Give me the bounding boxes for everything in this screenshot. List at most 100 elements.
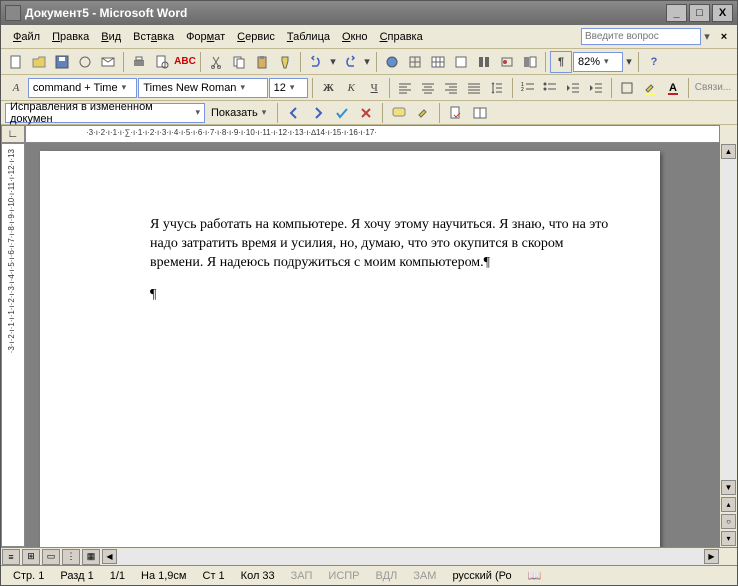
display-review-combo[interactable]: Исправления в измененном докумен▾ bbox=[5, 103, 205, 123]
menu-table[interactable]: Таблица bbox=[281, 29, 336, 45]
outline-view-button[interactable]: ⋮ bbox=[62, 549, 80, 565]
prev-page-button[interactable]: ▴ bbox=[721, 497, 736, 512]
vertical-ruler[interactable]: ·3·ı·2·ı·1·ı·1·ı·2·ı·3·ı·4·ı·5·ı·6·ı·7·ı… bbox=[1, 143, 25, 547]
scroll-right-button[interactable]: ▶ bbox=[704, 549, 719, 564]
prev-change-button[interactable] bbox=[283, 102, 305, 124]
cut-button[interactable] bbox=[205, 51, 227, 73]
format-painter-button[interactable] bbox=[274, 51, 296, 73]
show-button[interactable]: Показать▾ bbox=[207, 103, 272, 123]
numbering-button[interactable]: 12 bbox=[517, 77, 539, 99]
zoom-dropdown[interactable]: ▾ bbox=[624, 51, 634, 73]
next-change-button[interactable] bbox=[307, 102, 329, 124]
italic-button[interactable]: К bbox=[340, 77, 362, 99]
horizontal-scrollbar[interactable]: ◀ ▶ bbox=[101, 549, 720, 565]
new-doc-button[interactable] bbox=[5, 51, 27, 73]
docmap-button[interactable] bbox=[519, 51, 541, 73]
font-combo[interactable]: Times New Roman▾ bbox=[138, 78, 267, 98]
insert-comment-button[interactable] bbox=[388, 102, 410, 124]
web-view-button[interactable]: ⊞ bbox=[22, 549, 40, 565]
help-dropdown-icon[interactable]: ▾ bbox=[701, 30, 713, 43]
copy-button[interactable] bbox=[228, 51, 250, 73]
open-button[interactable] bbox=[28, 51, 50, 73]
paste-button[interactable] bbox=[251, 51, 273, 73]
close-button[interactable]: X bbox=[712, 4, 733, 22]
menu-format[interactable]: Формат bbox=[180, 29, 231, 45]
links-label[interactable]: Связи... bbox=[693, 82, 733, 93]
redo-dropdown[interactable]: ▾ bbox=[362, 51, 372, 73]
tab-selector[interactable]: ∟ bbox=[1, 125, 25, 143]
view-buttons-row: ≡ ⊞ ▭ ⋮ ▦ ◀ ▶ bbox=[1, 547, 737, 565]
maximize-button[interactable]: □ bbox=[689, 4, 710, 22]
vertical-scrollbar[interactable]: ▲ ▼ ▴ ○ ▾ bbox=[720, 143, 737, 547]
drawing-button[interactable] bbox=[496, 51, 518, 73]
insert-table-button[interactable] bbox=[427, 51, 449, 73]
document-page[interactable]: Я учусь работать на компьютере. Я хочу э… bbox=[40, 151, 660, 547]
highlight-button[interactable] bbox=[639, 77, 661, 99]
hyperlink-button[interactable] bbox=[381, 51, 403, 73]
show-formatting-button[interactable]: ¶ bbox=[550, 51, 572, 73]
accept-change-button[interactable] bbox=[331, 102, 353, 124]
page-scroll-area[interactable]: Я учусь работать на компьютере. Я хочу э… bbox=[25, 143, 720, 547]
menu-bar: Файл Правка Вид Вставка Формат Сервис Та… bbox=[1, 25, 737, 49]
track-changes-button[interactable] bbox=[445, 102, 467, 124]
help-search-input[interactable] bbox=[581, 28, 701, 45]
reviewing-pane-button[interactable] bbox=[469, 102, 491, 124]
help-button[interactable]: ? bbox=[643, 51, 665, 73]
font-color-button[interactable]: A bbox=[662, 77, 684, 99]
highlight-review-button[interactable] bbox=[412, 102, 434, 124]
spelling-button[interactable]: ABC bbox=[174, 51, 196, 73]
columns-button[interactable] bbox=[473, 51, 495, 73]
normal-view-button[interactable]: ≡ bbox=[2, 549, 20, 565]
minimize-button[interactable]: _ bbox=[666, 4, 687, 22]
menu-insert[interactable]: Вставка bbox=[127, 29, 180, 45]
undo-dropdown[interactable]: ▾ bbox=[328, 51, 338, 73]
menu-view[interactable]: Вид bbox=[95, 29, 127, 45]
status-ext[interactable]: ВДЛ bbox=[368, 570, 406, 582]
permission-button[interactable] bbox=[74, 51, 96, 73]
style-combo[interactable]: command + Time▾ bbox=[28, 78, 137, 98]
styles-pane-button[interactable]: A bbox=[5, 77, 27, 99]
scroll-up-button[interactable]: ▲ bbox=[721, 144, 736, 159]
print-button[interactable] bbox=[128, 51, 150, 73]
status-language[interactable]: русский (Ро bbox=[444, 570, 519, 582]
align-right-button[interactable] bbox=[440, 77, 462, 99]
menu-file[interactable]: Файл bbox=[7, 29, 46, 45]
close-help-button[interactable]: × bbox=[717, 31, 731, 43]
document-text[interactable]: Я учусь работать на компьютере. Я хочу э… bbox=[150, 216, 610, 273]
menu-help[interactable]: Справка bbox=[374, 29, 429, 45]
borders-button[interactable] bbox=[616, 77, 638, 99]
status-book-icon[interactable]: 📖 bbox=[520, 569, 550, 582]
bullets-button[interactable] bbox=[539, 77, 561, 99]
scroll-down-button[interactable]: ▼ bbox=[721, 480, 736, 495]
underline-button[interactable]: Ч bbox=[363, 77, 385, 99]
reject-change-button[interactable] bbox=[355, 102, 377, 124]
decrease-indent-button[interactable] bbox=[562, 77, 584, 99]
line-spacing-button[interactable] bbox=[486, 77, 508, 99]
print-preview-button[interactable] bbox=[151, 51, 173, 73]
print-layout-button[interactable]: ▭ bbox=[42, 549, 60, 565]
increase-indent-button[interactable] bbox=[585, 77, 607, 99]
menu-tools[interactable]: Сервис bbox=[231, 29, 281, 45]
reading-view-button[interactable]: ▦ bbox=[82, 549, 100, 565]
excel-button[interactable] bbox=[450, 51, 472, 73]
status-rec[interactable]: ЗАП bbox=[283, 570, 321, 582]
email-button[interactable] bbox=[97, 51, 119, 73]
align-left-button[interactable] bbox=[394, 77, 416, 99]
zoom-combo[interactable]: 82%▾ bbox=[573, 52, 623, 72]
horizontal-ruler[interactable]: ·3·ı·2·ı·1·ı·∑·ı·1·ı·2·ı·3·ı·4·ı·5·ı·6·ı… bbox=[25, 125, 720, 143]
save-button[interactable] bbox=[51, 51, 73, 73]
status-trk[interactable]: ИСПР bbox=[320, 570, 367, 582]
scroll-left-button[interactable]: ◀ bbox=[102, 549, 117, 564]
menu-edit[interactable]: Правка bbox=[46, 29, 95, 45]
font-size-combo[interactable]: 12▾ bbox=[269, 78, 309, 98]
menu-window[interactable]: Окно bbox=[336, 29, 374, 45]
browse-object-button[interactable]: ○ bbox=[721, 514, 736, 529]
next-page-button[interactable]: ▾ bbox=[721, 531, 736, 546]
status-ovr[interactable]: ЗАМ bbox=[405, 570, 444, 582]
tables-borders-button[interactable] bbox=[404, 51, 426, 73]
align-justify-button[interactable] bbox=[463, 77, 485, 99]
bold-button[interactable]: Ж bbox=[317, 77, 339, 99]
undo-button[interactable] bbox=[305, 51, 327, 73]
align-center-button[interactable] bbox=[417, 77, 439, 99]
redo-button[interactable] bbox=[339, 51, 361, 73]
